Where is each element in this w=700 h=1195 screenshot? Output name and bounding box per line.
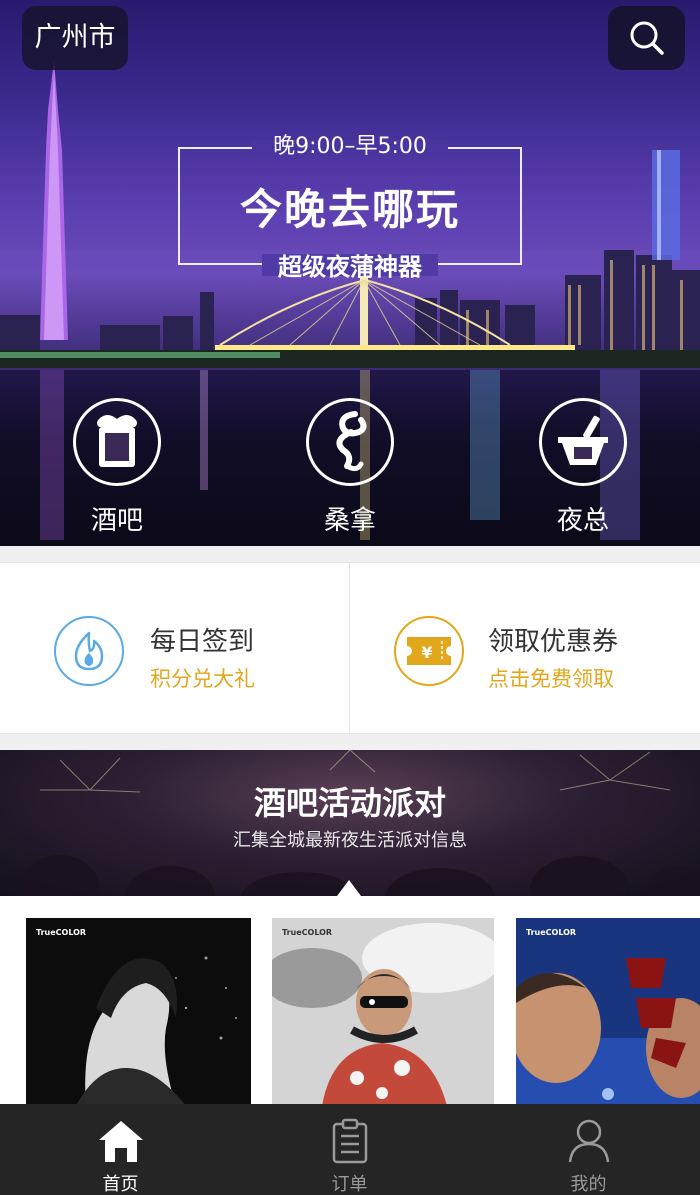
flame-icon (74, 631, 104, 671)
tab-label: 我的 (570, 1174, 607, 1195)
poster-brand: TrueCOLOR (526, 928, 577, 937)
coupon-title: 领取优惠券 (488, 627, 619, 657)
sauna-icon (336, 411, 367, 472)
beer-icon (97, 415, 137, 467)
category-icon-ring (539, 398, 627, 486)
tab-home[interactable]: 首页 (4, 1104, 237, 1195)
checkin-icon-circle (54, 616, 124, 686)
cocktail-icon (558, 415, 608, 465)
clipboard-icon (332, 1118, 367, 1164)
poster-brand: TrueCOLOR (36, 928, 87, 937)
search-icon (630, 21, 664, 55)
coupon-icon: ¥ (407, 637, 451, 665)
coupon-icon-circle: ¥ (394, 616, 464, 686)
svg-text:¥: ¥ (421, 643, 432, 662)
category-label: 桑拿 (323, 506, 376, 536)
poster-image (516, 918, 700, 1106)
event-poster[interactable]: TrueCOLOR (26, 918, 251, 1106)
quick-actions: 每日签到 积分兑大礼 ¥ 领取优惠券 点击免费领取 (0, 562, 700, 735)
daily-checkin-card[interactable]: 每日签到 积分兑大礼 (0, 563, 349, 735)
category-sauna[interactable]: 桑拿 (285, 398, 415, 537)
category-nightclub[interactable]: 夜总 (518, 398, 648, 537)
category-icon-ring (73, 398, 161, 486)
hero-banner: 广州市 晚9:00–早5:00 今晚去哪玩 超级夜蒲神器 酒吧 桑拿 夜总 (0, 0, 700, 546)
banner-subtitle: 超级夜蒲神器 (278, 253, 422, 281)
coupon-subtitle: 点击免费领取 (488, 667, 614, 691)
tab-label: 首页 (102, 1174, 139, 1195)
category-label: 酒吧 (90, 506, 143, 536)
bottom-tab-bar: 首页 订单 我的 (0, 1104, 700, 1195)
event-poster-list: TrueCOLOR TrueCOLOR TrueCOLOR (0, 896, 700, 1106)
category-label: 夜总 (556, 506, 609, 536)
category-bar[interactable]: 酒吧 (52, 398, 182, 537)
poster-image (26, 918, 251, 1106)
poster-image (272, 918, 494, 1106)
party-subtitle: 汇集全城最新夜生活派对信息 (233, 830, 467, 851)
tab-profile[interactable]: 我的 (472, 1104, 700, 1195)
checkin-title: 每日签到 (150, 627, 255, 657)
section-pointer (337, 880, 361, 896)
user-icon (568, 1119, 609, 1163)
banner-time: 晚9:00–早5:00 (273, 134, 427, 159)
party-title: 酒吧活动派对 (253, 784, 446, 822)
city-selector[interactable]: 广州市 (22, 6, 128, 70)
checkin-subtitle: 积分兑大礼 (150, 667, 255, 691)
banner-title: 今晚去哪玩 (239, 185, 460, 234)
home-icon (98, 1121, 143, 1162)
tab-label: 订单 (331, 1174, 368, 1195)
category-icon-ring (306, 398, 394, 486)
event-poster[interactable]: TrueCOLOR (516, 918, 700, 1106)
coupon-card[interactable]: ¥ 领取优惠券 点击免费领取 (350, 563, 699, 735)
poster-brand: TrueCOLOR (282, 928, 333, 937)
tab-orders[interactable]: 订单 (233, 1104, 466, 1195)
party-banner[interactable]: 酒吧活动派对 汇集全城最新夜生活派对信息 (0, 750, 700, 896)
search-button[interactable] (608, 6, 685, 70)
event-poster[interactable]: TrueCOLOR (272, 918, 494, 1106)
